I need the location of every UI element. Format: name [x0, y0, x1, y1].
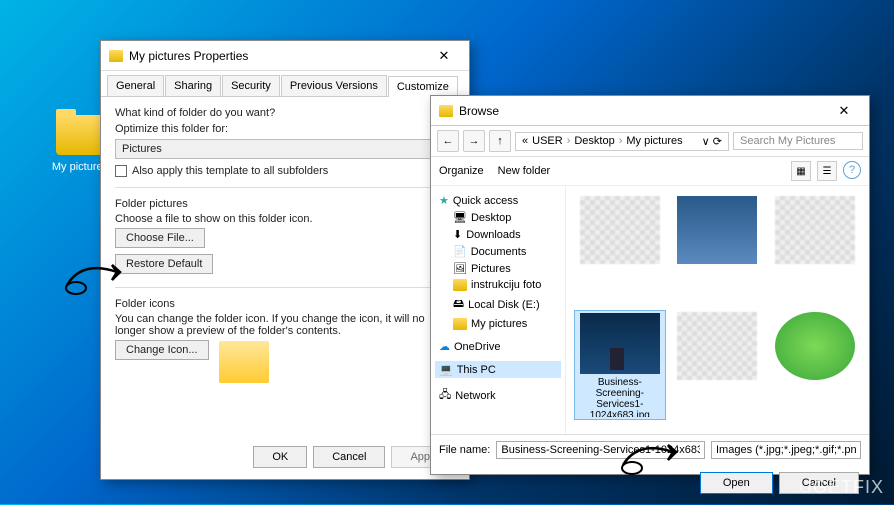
properties-body: What kind of folder do you want? Optimiz… [101, 97, 469, 393]
file-thumb[interactable] [574, 194, 666, 304]
tree-documents[interactable]: 📄Documents [435, 243, 561, 260]
tab-sharing[interactable]: Sharing [165, 75, 221, 96]
properties-tabs: General Sharing Security Previous Versio… [101, 71, 469, 97]
folder-icon [56, 115, 104, 155]
close-icon[interactable]: ✕ [827, 99, 861, 123]
nav-tree: ★Quick access 🖥Desktop ⬇Downloads 📄Docum… [431, 186, 566, 434]
tree-my-pictures[interactable]: My pictures [435, 316, 561, 332]
new-folder-button[interactable]: New folder [498, 165, 551, 177]
tree-network[interactable]: 🖧Network [435, 384, 561, 407]
restore-default-button[interactable]: Restore Default [115, 254, 213, 274]
tree-desktop[interactable]: 🖥Desktop [435, 209, 561, 226]
tree-onedrive[interactable]: ☁OneDrive [435, 338, 561, 355]
file-thumb[interactable] [769, 310, 861, 420]
filename-input[interactable] [496, 441, 705, 459]
search-input[interactable]: Search My Pictures [733, 132, 863, 150]
what-kind-label: What kind of folder do you want? [115, 107, 455, 119]
also-apply-checkbox[interactable] [115, 165, 127, 177]
tree-local-disk[interactable]: 🖴Local Disk (E:) [435, 293, 561, 316]
file-thumb[interactable] [769, 194, 861, 304]
ok-button[interactable]: OK [253, 446, 307, 468]
help-icon[interactable]: ? [843, 161, 861, 179]
tree-quick-access[interactable]: ★Quick access [435, 192, 561, 209]
tab-security[interactable]: Security [222, 75, 280, 96]
tree-pictures[interactable]: 🖼Pictures [435, 260, 561, 277]
folder-preview-icon [219, 341, 269, 383]
nav-back-button[interactable]: ← [437, 130, 459, 152]
tab-previous-versions[interactable]: Previous Versions [281, 75, 387, 96]
open-button[interactable]: Open [700, 472, 773, 494]
browse-titlebar: Browse ✕ [431, 96, 869, 126]
organize-menu[interactable]: Organize [439, 165, 484, 177]
tab-general[interactable]: General [107, 75, 164, 96]
browse-dialog: Browse ✕ ← → ↑ « USER› Desktop› My pictu… [430, 95, 870, 475]
change-icon-button[interactable]: Change Icon... [115, 340, 209, 360]
properties-title: My pictures Properties [129, 49, 248, 63]
choose-file-text: Choose a file to show on this folder ico… [115, 213, 455, 225]
tree-this-pc[interactable]: 💻This PC [435, 361, 561, 378]
file-thumb[interactable] [672, 194, 764, 304]
close-icon[interactable]: ✕ [427, 44, 461, 68]
cancel-button[interactable]: Cancel [313, 446, 385, 468]
browse-title: Browse [459, 104, 499, 118]
filter-dropdown[interactable] [711, 441, 861, 459]
filename-label: File name: [439, 444, 490, 456]
optimize-dropdown[interactable]: Pictures [115, 139, 455, 159]
breadcrumb[interactable]: « USER› Desktop› My pictures ∨ ⟳ [515, 132, 729, 151]
tree-downloads[interactable]: ⬇Downloads [435, 226, 561, 243]
folder-icons-text: You can change the folder icon. If you c… [115, 313, 455, 337]
watermark: UGETFIX [799, 477, 884, 498]
tab-customize[interactable]: Customize [388, 76, 458, 97]
choose-file-button[interactable]: Choose File... [115, 228, 205, 248]
folder-icons-label: Folder icons [115, 298, 455, 310]
also-apply-label: Also apply this template to all subfolde… [132, 165, 328, 177]
view-list-icon[interactable]: ☰ [817, 161, 837, 181]
thumbnail-grid: Business-Screening-Services1-1024x683.jp… [566, 186, 869, 434]
file-thumb-selected[interactable]: Business-Screening-Services1-1024x683.jp… [574, 310, 666, 420]
folder-icon [439, 105, 453, 117]
nav-forward-button[interactable]: → [463, 130, 485, 152]
optimize-label: Optimize this folder for: [115, 123, 455, 135]
folder-icon [109, 50, 123, 62]
file-thumb-label: Business-Screening-Services1-1024x683.jp… [577, 377, 663, 417]
view-icon[interactable]: ▦ [791, 161, 811, 181]
properties-titlebar: My pictures Properties ✕ [101, 41, 469, 71]
folder-pictures-label: Folder pictures [115, 198, 455, 210]
nav-up-button[interactable]: ↑ [489, 130, 511, 152]
properties-dialog: My pictures Properties ✕ General Sharing… [100, 40, 470, 480]
file-thumb[interactable] [672, 310, 764, 420]
tree-instrukciju[interactable]: instrukciju foto [435, 277, 561, 293]
